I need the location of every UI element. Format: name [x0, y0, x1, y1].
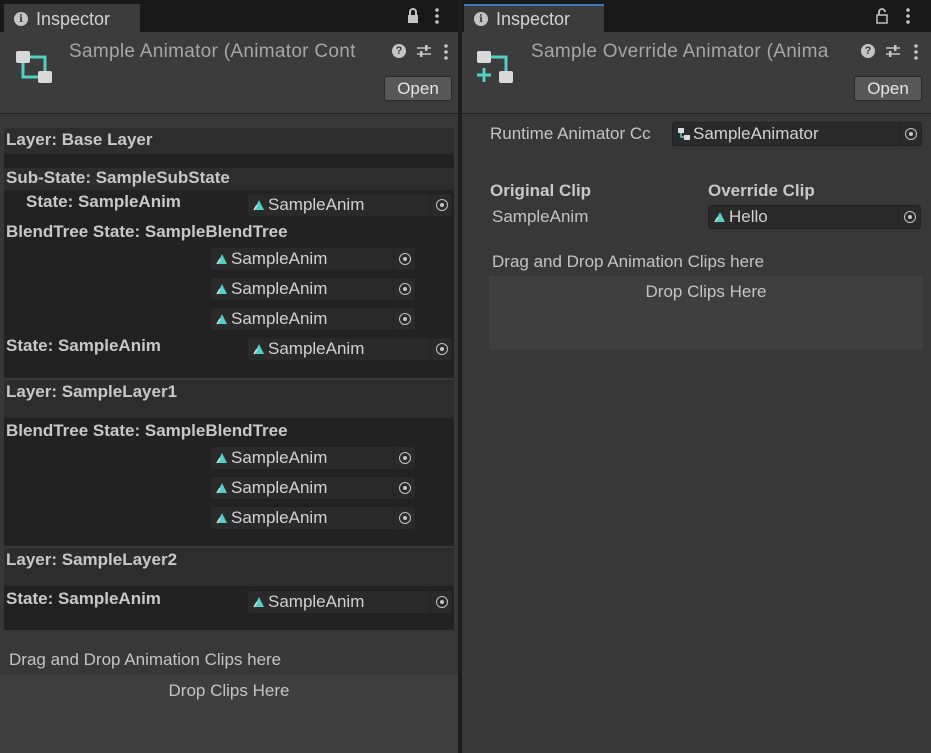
- original-clip-header: Original Clip: [490, 181, 592, 200]
- object-picker-icon[interactable]: [393, 507, 415, 529]
- animation-clip-icon: [714, 212, 725, 223]
- object-header: Sample Animator (Animator Cont ? Open: [0, 32, 458, 114]
- object-picker-icon[interactable]: [393, 447, 415, 469]
- preset-sliders-icon[interactable]: [885, 44, 901, 62]
- open-button[interactable]: Open: [854, 76, 922, 101]
- clip-name: SampleAnim: [231, 448, 328, 467]
- tab-label: Inspector: [496, 8, 571, 29]
- runtime-controller-field[interactable]: SampleAnimator: [672, 122, 922, 146]
- tab-bar: i Inspector: [0, 0, 458, 32]
- more-vert-icon[interactable]: [443, 44, 449, 64]
- object-picker-icon[interactable]: [899, 123, 921, 145]
- tab-bar: i Inspector: [462, 0, 931, 32]
- blendtree-title: BlendTree State: SampleBlendTree: [6, 222, 288, 241]
- animation-clip-icon: [216, 254, 227, 265]
- animation-clip-icon: [216, 284, 227, 295]
- animator-override-controller-icon: [477, 51, 513, 83]
- more-vert-icon[interactable]: [434, 8, 440, 28]
- animation-clip-icon: [253, 344, 264, 355]
- object-picker-icon[interactable]: [393, 278, 415, 300]
- open-button[interactable]: Open: [384, 76, 452, 101]
- clip-field[interactable]: SampleAnim: [247, 337, 453, 361]
- tab-inspector[interactable]: i Inspector: [464, 4, 604, 32]
- layer-sample-1: Layer: SampleLayer1 BlendTree State: Sam…: [4, 380, 454, 546]
- drag-drop-hint: Drag and Drop Animation Clips here: [492, 252, 765, 271]
- animation-clip-icon: [253, 200, 264, 211]
- object-picker-icon[interactable]: [898, 206, 920, 228]
- tab-inspector[interactable]: i Inspector: [4, 4, 140, 32]
- info-icon: i: [14, 12, 28, 26]
- state-label: State: SampleAnim: [6, 589, 161, 608]
- clip-field[interactable]: SampleAnim: [210, 506, 416, 530]
- drag-drop-hint: Drag and Drop Animation Clips here: [9, 650, 282, 669]
- clip-field[interactable]: SampleAnim: [210, 307, 416, 331]
- layer-base: Layer: Base Layer Sub-State: SampleSubSt…: [4, 128, 454, 378]
- clip-name: SampleAnim: [268, 195, 365, 214]
- clip-name: SampleAnim: [268, 339, 365, 358]
- help-icon[interactable]: ?: [861, 44, 875, 58]
- clip-name: SampleAnim: [231, 309, 328, 328]
- object-picker-icon[interactable]: [430, 194, 452, 216]
- object-title: Sample Override Animator (Anima: [531, 41, 829, 62]
- clip-name: SampleAnim: [231, 249, 328, 268]
- object-header: Sample Override Animator (Anima ? Open: [462, 32, 931, 114]
- state-label: State: SampleAnim: [26, 192, 181, 211]
- clip-name: SampleAnim: [231, 478, 328, 497]
- layer-title: Layer: SampleLayer1: [6, 382, 178, 401]
- lock-icon[interactable]: [875, 8, 889, 28]
- object-picker-icon[interactable]: [393, 308, 415, 330]
- object-title: Sample Animator (Animator Cont: [69, 41, 356, 62]
- runtime-controller-label: Runtime Animator Cc: [490, 124, 651, 143]
- layer-title: Layer: SampleLayer2: [6, 550, 178, 569]
- layer-title: Layer: Base Layer: [6, 130, 153, 149]
- left-inspector-panel: i Inspector Sample Animator (Animator Co…: [0, 0, 458, 753]
- animation-clip-icon: [216, 513, 227, 524]
- override-clip-value: Hello: [729, 207, 768, 226]
- clip-field[interactable]: SampleAnim: [210, 476, 416, 500]
- object-picker-icon[interactable]: [393, 477, 415, 499]
- original-clip-name: SampleAnim: [492, 207, 589, 226]
- clip-name: SampleAnim: [268, 592, 365, 611]
- override-clip-header: Override Clip: [708, 181, 815, 200]
- info-icon: i: [474, 12, 488, 26]
- right-inspector-panel: i Inspector Sample Override Animator (An…: [462, 0, 931, 753]
- runtime-controller-value: SampleAnimator: [693, 124, 819, 143]
- object-picker-icon[interactable]: [430, 338, 452, 360]
- tab-label: Inspector: [36, 8, 111, 29]
- more-vert-icon[interactable]: [913, 44, 919, 64]
- drop-zone-label: Drop Clips Here: [645, 282, 767, 301]
- animator-controller-icon: [678, 128, 690, 140]
- substate-title: Sub-State: SampleSubState: [6, 168, 230, 187]
- inspector-content: Layer: Base Layer Sub-State: SampleSubSt…: [0, 115, 458, 753]
- override-clip-field[interactable]: Hello: [708, 205, 921, 229]
- object-picker-icon[interactable]: [430, 591, 452, 613]
- blendtree-title: BlendTree State: SampleBlendTree: [6, 421, 288, 440]
- clip-name: SampleAnim: [231, 508, 328, 527]
- more-vert-icon[interactable]: [905, 8, 911, 28]
- layer-sample-2: Layer: SampleLayer2 State: SampleAnim Sa…: [4, 548, 454, 630]
- drop-zone[interactable]: Drop Clips Here: [489, 276, 923, 350]
- drop-zone[interactable]: Drop Clips Here: [0, 675, 458, 753]
- object-picker-icon[interactable]: [393, 248, 415, 270]
- help-icon[interactable]: ?: [392, 44, 406, 58]
- clip-field[interactable]: SampleAnim: [247, 590, 453, 614]
- animation-clip-icon: [216, 314, 227, 325]
- animation-clip-icon: [216, 483, 227, 494]
- animator-controller-icon: [16, 51, 52, 83]
- clip-field[interactable]: SampleAnim: [247, 193, 453, 217]
- drop-zone-label: Drop Clips Here: [168, 681, 290, 700]
- clip-name: SampleAnim: [231, 279, 328, 298]
- clip-field[interactable]: SampleAnim: [210, 247, 416, 271]
- animation-clip-icon: [253, 597, 264, 608]
- clip-field[interactable]: SampleAnim: [210, 277, 416, 301]
- clip-field[interactable]: SampleAnim: [210, 446, 416, 470]
- state-label: State: SampleAnim: [6, 336, 161, 355]
- lock-icon[interactable]: [406, 8, 420, 28]
- inspector-content: Runtime Animator Cc SampleAnimator Origi…: [462, 115, 931, 753]
- preset-sliders-icon[interactable]: [416, 44, 432, 62]
- animation-clip-icon: [216, 453, 227, 464]
